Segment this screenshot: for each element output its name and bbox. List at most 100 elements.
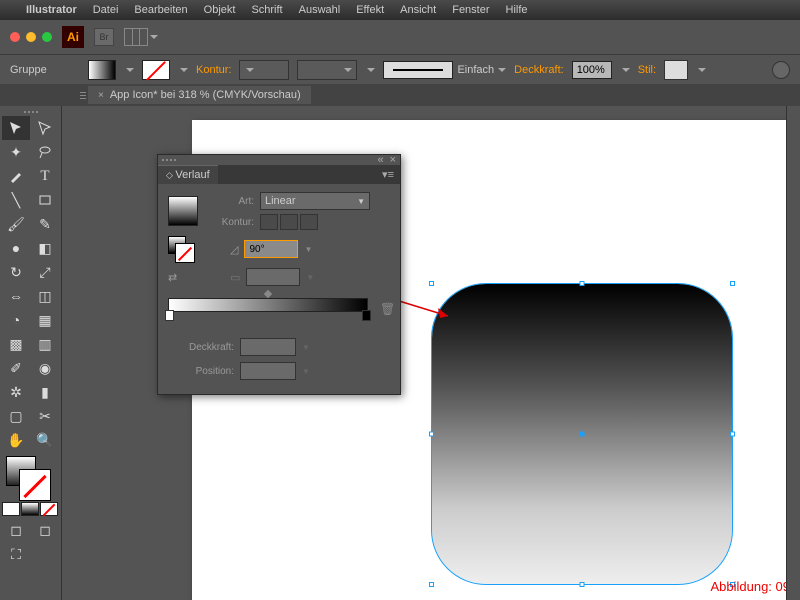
panel-close-icon[interactable]: × <box>390 154 396 166</box>
perspective-tool[interactable]: ▦ <box>31 308 59 332</box>
figure-caption: Abbildung: 09 <box>710 579 790 594</box>
mesh-tool[interactable]: ▩ <box>2 332 30 356</box>
document-tab[interactable]: × App Icon* bei 318 % (CMYK/Vorschau) <box>88 86 311 104</box>
panel-tab-verlauf[interactable]: ◇ Verlauf <box>158 165 218 184</box>
brush-dropdown[interactable] <box>297 60 357 80</box>
gradient-tool[interactable]: ▥ <box>31 332 59 356</box>
menu-bearbeiten[interactable]: Bearbeiten <box>134 4 187 16</box>
panel-menu-icon[interactable]: ▾≡ <box>382 168 394 181</box>
eyedropper-tool[interactable]: ✐ <box>2 356 30 380</box>
selection-handle[interactable] <box>580 582 585 587</box>
stroke-weight-dropdown[interactable] <box>239 60 289 80</box>
toolbox: ✦ T ╲ 🖌 ✎ ● ◧ ↻ ⤢ ⇔ ◫ ◔ ▦ <box>0 106 62 600</box>
artboard-tool[interactable]: ▢ <box>2 404 30 428</box>
panel-fill-stroke[interactable] <box>168 236 194 262</box>
minimize-button[interactable] <box>26 32 36 42</box>
gradient-type-dropdown[interactable]: Linear▼ <box>260 192 370 210</box>
rotate-tool[interactable]: ↻ <box>2 260 30 284</box>
reverse-gradient-icon[interactable]: ⇄ <box>168 271 194 284</box>
stroke-swatch[interactable] <box>142 60 170 80</box>
menu-hilfe[interactable]: Hilfe <box>506 4 528 16</box>
blob-brush-tool[interactable]: ● <box>2 236 30 260</box>
stroke-grad-across[interactable] <box>300 214 318 230</box>
menu-ansicht[interactable]: Ansicht <box>400 4 436 16</box>
stroke-grad-within[interactable] <box>260 214 278 230</box>
graph-tool[interactable]: ▮ <box>31 380 59 404</box>
gradient-ramp[interactable] <box>168 298 368 312</box>
direct-selection-tool[interactable] <box>31 116 59 140</box>
zoom-tool[interactable]: 🔍 <box>31 428 59 452</box>
angle-input[interactable] <box>244 240 298 258</box>
stop-opacity-input <box>240 338 296 356</box>
canvas[interactable]: « × ◇ Verlauf ▾≡ Art: Linear▼ <box>62 106 800 600</box>
blend-tool[interactable]: ◉ <box>31 356 59 380</box>
stroke-style-dropdown[interactable]: Einfach <box>383 61 506 79</box>
selection-handle[interactable] <box>429 281 434 286</box>
recolor-icon[interactable] <box>772 61 790 79</box>
selection-type-label: Gruppe <box>10 64 80 76</box>
menu-schrift[interactable]: Schrift <box>251 4 282 16</box>
menu-auswahl[interactable]: Auswahl <box>299 4 341 16</box>
panel-grip-icon[interactable] <box>162 159 176 161</box>
draw-normal-icon[interactable]: ◻ <box>2 518 30 542</box>
gradient-mode-icon[interactable] <box>21 502 39 516</box>
shape-builder-tool[interactable]: ◔ <box>2 308 30 332</box>
selection-handle[interactable] <box>730 281 735 286</box>
fill-stroke-indicator[interactable] <box>2 456 59 500</box>
none-mode-icon[interactable] <box>40 502 58 516</box>
scale-tool[interactable]: ⤢ <box>31 260 59 284</box>
hand-tool[interactable]: ✋ <box>2 428 30 452</box>
width-tool[interactable]: ⇔ <box>2 284 30 308</box>
menu-datei[interactable]: Datei <box>93 4 119 16</box>
gradient-preview[interactable] <box>168 196 198 226</box>
screen-mode-icon[interactable]: ⛶ <box>2 542 30 566</box>
stop-opacity-label: Deckkraft: <box>168 342 234 353</box>
close-button[interactable] <box>10 32 20 42</box>
selection-handle[interactable] <box>429 582 434 587</box>
gradient-midpoint[interactable] <box>264 290 272 298</box>
style-dropdown[interactable] <box>664 60 688 80</box>
magic-wand-tool[interactable]: ✦ <box>2 140 30 164</box>
document-tab-bar: × App Icon* bei 318 % (CMYK/Vorschau) <box>0 84 800 106</box>
selection-handle[interactable] <box>730 432 735 437</box>
control-bar: Gruppe Kontur: Einfach Deckkraft: Stil: <box>0 54 800 84</box>
symbol-sprayer-tool[interactable]: ✲ <box>2 380 30 404</box>
menu-illustrator[interactable]: Illustrator <box>26 4 77 16</box>
lasso-tool[interactable] <box>31 140 59 164</box>
menu-objekt[interactable]: Objekt <box>204 4 236 16</box>
fill-swatch[interactable] <box>88 60 116 80</box>
pen-tool[interactable] <box>2 164 30 188</box>
selection-tool[interactable] <box>2 116 30 140</box>
type-tool[interactable]: T <box>31 164 59 188</box>
panel-collapse-icon[interactable]: « <box>377 154 383 166</box>
window-controls <box>10 32 52 42</box>
selection-handle[interactable] <box>429 432 434 437</box>
gradient-stop-left[interactable] <box>165 310 174 321</box>
gradient-stop-right[interactable] <box>362 310 371 321</box>
selected-shape[interactable] <box>432 284 732 584</box>
pencil-tool[interactable]: ✎ <box>31 212 59 236</box>
bridge-icon[interactable]: Br <box>94 28 114 46</box>
menu-effekt[interactable]: Effekt <box>356 4 384 16</box>
collapsed-panel-strip[interactable] <box>786 106 800 600</box>
slice-tool[interactable]: ✂ <box>31 404 59 428</box>
selection-handle[interactable] <box>580 281 585 286</box>
line-tool[interactable]: ╲ <box>2 188 30 212</box>
opacity-input[interactable] <box>572 61 612 79</box>
eraser-tool[interactable]: ◧ <box>31 236 59 260</box>
rectangle-tool[interactable] <box>31 188 59 212</box>
stroke-color-swatch[interactable] <box>20 470 50 500</box>
kontur-label-panel: Kontur: <box>204 217 254 228</box>
stroke-grad-along[interactable] <box>280 214 298 230</box>
draw-behind-icon[interactable]: ◻ <box>31 518 59 542</box>
delete-stop-icon[interactable]: 🗑 <box>380 302 395 316</box>
free-transform-tool[interactable]: ◫ <box>31 284 59 308</box>
stil-label: Stil: <box>638 64 656 76</box>
zoom-button[interactable] <box>42 32 52 42</box>
color-mode-icon[interactable] <box>2 502 20 516</box>
close-tab-icon[interactable]: × <box>98 90 104 101</box>
paintbrush-tool[interactable]: 🖌 <box>2 212 30 236</box>
menu-fenster[interactable]: Fenster <box>452 4 489 16</box>
tab-grip-icon <box>78 84 88 106</box>
layout-switcher[interactable] <box>124 28 158 46</box>
